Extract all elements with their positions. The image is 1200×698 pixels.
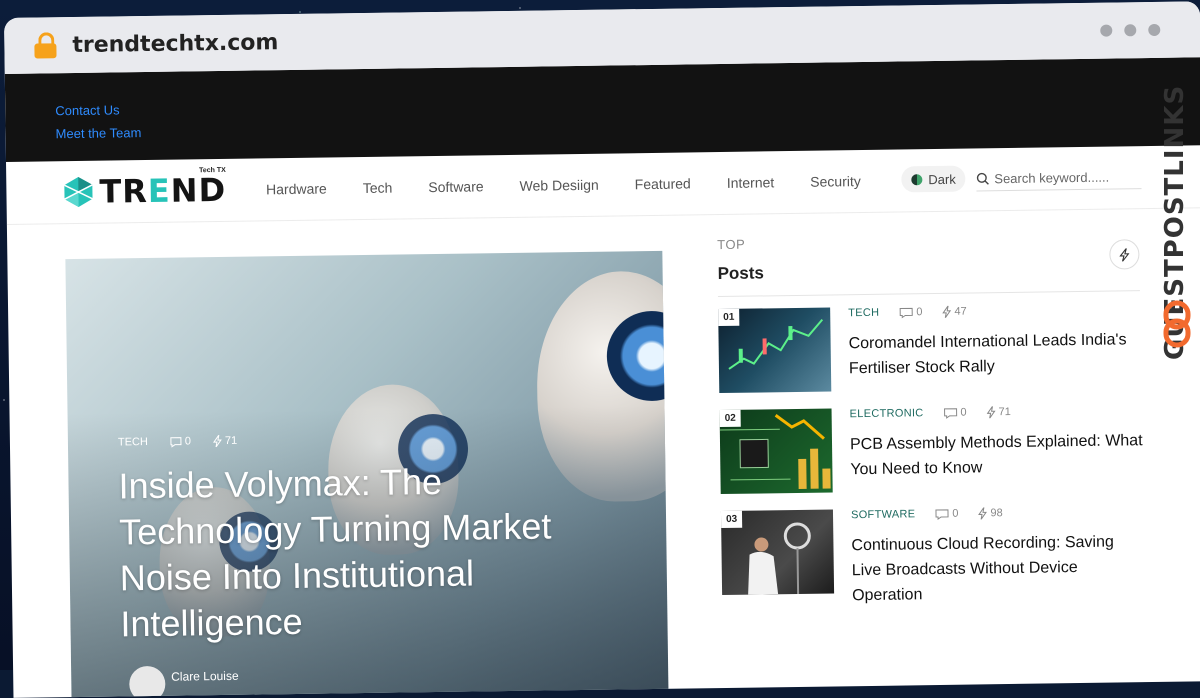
post-rank: 03 <box>720 510 743 529</box>
search-placeholder: Search keyword...... <box>994 169 1110 186</box>
nav-security[interactable]: Security <box>810 173 861 190</box>
window-dot-icon[interactable] <box>1100 24 1113 37</box>
window-dot-icon[interactable] <box>1148 23 1161 37</box>
avatar <box>129 665 166 698</box>
lock-icon <box>34 32 57 59</box>
nav-web-design[interactable]: Web Desiign <box>519 177 598 194</box>
post-views: 98 <box>978 507 1003 520</box>
nav-internet[interactable]: Internet <box>727 174 775 191</box>
nav-hardware[interactable]: Hardware <box>266 181 327 198</box>
browser-window: trendtechtx.com Contact Us Meet the Team… <box>4 1 1200 698</box>
bolt-icon <box>978 507 988 520</box>
logo-wordmark: TREND <box>99 170 227 211</box>
sidebar-heading: Posts <box>717 263 765 284</box>
post-title[interactable]: PCB Assembly Methods Explained: What You… <box>850 428 1146 482</box>
hero-author[interactable]: Clare Louise <box>171 669 239 684</box>
post-rank: 01 <box>718 308 740 327</box>
hero-category[interactable]: TECH <box>118 436 148 448</box>
search-icon <box>976 172 989 185</box>
list-item[interactable]: 03 SOFTWARE 0 98 Continuous Cloud Record… <box>720 493 1144 604</box>
comment-icon <box>170 436 182 448</box>
bolt-icon <box>1119 247 1130 261</box>
comment-icon <box>943 407 958 419</box>
top-bar: Contact Us Meet the Team <box>4 57 1200 162</box>
window-dot-icon[interactable] <box>1124 24 1137 37</box>
hero-views: 71 <box>213 434 237 448</box>
guestpostlinks-watermark: GUESTPOSTLINKS <box>1160 60 1194 360</box>
top-posts-sidebar: TOP Posts 01 TECH 0 47 Coromandel Intern… <box>717 231 1144 605</box>
post-meta: ELECTRONIC 0 71 <box>850 406 1011 420</box>
list-item[interactable]: 01 TECH 0 47 Coromandel International Le… <box>718 291 1141 398</box>
hero-comments: 0 <box>170 435 191 448</box>
post-views: 71 <box>986 406 1011 419</box>
search-input[interactable]: Search keyword...... <box>976 164 1142 192</box>
url-text[interactable]: trendtechtx.com <box>72 30 278 58</box>
post-comments: 0 <box>899 306 923 318</box>
post-category[interactable]: SOFTWARE <box>851 508 915 521</box>
post-comments: 0 <box>943 407 967 419</box>
post-title[interactable]: Continuous Cloud Recording: Saving Live … <box>851 529 1147 608</box>
hero-meta: TECH 0 71 <box>118 435 237 449</box>
window-controls <box>1100 23 1161 37</box>
nav-software[interactable]: Software <box>428 178 483 195</box>
list-item[interactable]: 02 ELECTRONIC 0 71 PCB Assembly Methods … <box>719 392 1143 499</box>
dark-mode-toggle[interactable]: Dark <box>901 165 966 193</box>
bolt-icon <box>942 305 952 318</box>
comment-icon <box>899 307 913 318</box>
post-views: 47 <box>942 305 967 318</box>
post-rank: 02 <box>719 409 741 428</box>
bolt-icon <box>986 406 996 419</box>
bolt-icon <box>213 434 222 448</box>
nav-tech[interactable]: Tech <box>363 180 393 196</box>
post-category[interactable]: TECH <box>848 307 879 319</box>
logo-tagline: Tech TX <box>199 166 226 175</box>
post-meta: TECH 0 47 <box>848 306 967 320</box>
chain-link-icon <box>1163 300 1191 348</box>
post-comments: 0 <box>935 508 959 520</box>
logo-icon <box>64 176 93 207</box>
post-title[interactable]: Coromandel International Leads India's F… <box>848 327 1144 381</box>
site-logo[interactable]: TREND Tech TX <box>61 167 227 211</box>
nav-featured[interactable]: Featured <box>635 175 691 192</box>
dark-label: Dark <box>928 171 956 187</box>
top-label: TOP <box>717 236 746 253</box>
post-meta: SOFTWARE 0 98 <box>851 507 1003 521</box>
hero-article[interactable]: TECH 0 71 Inside Volymax: The Technology… <box>65 250 669 698</box>
post-category[interactable]: ELECTRONIC <box>850 407 924 420</box>
hero-title[interactable]: Inside Volymax: The Technology Turning M… <box>118 456 621 647</box>
comment-icon <box>935 508 949 520</box>
theme-icon <box>911 173 923 185</box>
main-content: TECH 0 71 Inside Volymax: The Technology… <box>7 208 1200 698</box>
